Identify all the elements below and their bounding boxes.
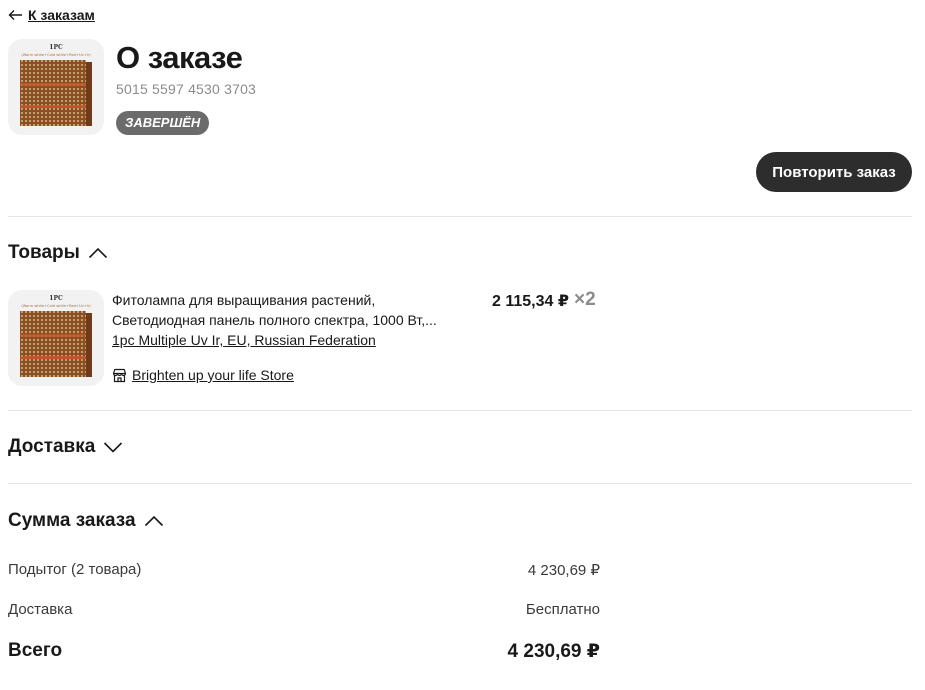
page-title: О заказе bbox=[116, 40, 243, 75]
chevron-up-icon bbox=[144, 515, 163, 527]
product-variant-link[interactable]: 1pc Multiple Uv Ir, EU, Russian Federati… bbox=[112, 330, 462, 350]
divider bbox=[8, 216, 912, 217]
delivery-cost-value: Бесплатно bbox=[525, 601, 600, 618]
summary-section-toggle[interactable]: Сумма заказа bbox=[8, 510, 164, 532]
products-section-toggle[interactable]: Товары bbox=[8, 242, 108, 264]
svg-text:(Warm white+Cold white+Red+Uv+: (Warm white+Cold white+Red+Uv+Ir) bbox=[21, 304, 91, 308]
delivery-section-toggle[interactable]: Доставка bbox=[8, 436, 123, 458]
chevron-up-icon bbox=[88, 247, 107, 259]
product-quantity: ×2 bbox=[574, 289, 596, 310]
order-number: 5015 5597 4530 3703 bbox=[116, 81, 257, 97]
delivery-heading: Доставка bbox=[8, 436, 96, 457]
svg-text:1PC: 1PC bbox=[49, 295, 63, 302]
subtotal-label: Подытог (2 товара) bbox=[8, 561, 142, 578]
product-price: 2 115,34 ₽ bbox=[492, 293, 569, 310]
store-icon bbox=[112, 368, 127, 382]
total-row: Всего 4 230,69 ₽ bbox=[8, 640, 600, 663]
store-link[interactable]: Brighten up your life Store bbox=[112, 367, 294, 383]
svg-text:1PC: 1PC bbox=[49, 44, 63, 51]
product-image[interactable]: 1PC (Warm white+Cold white+Red+Uv+Ir) bbox=[8, 290, 104, 386]
delivery-cost-label: Доставка bbox=[8, 601, 73, 618]
back-to-orders-link[interactable]: К заказам bbox=[8, 7, 95, 23]
chevron-down-icon bbox=[104, 442, 123, 453]
divider bbox=[8, 410, 912, 411]
order-product-image: 1PC (Warm white+Cold white+Red+Uv+Ir) bbox=[8, 39, 104, 135]
subtotal-value: 4 230,69 ₽ bbox=[527, 562, 600, 579]
total-value: 4 230,69 ₽ bbox=[507, 641, 600, 662]
total-label: Всего bbox=[8, 640, 63, 661]
product-title-line2[interactable]: Светодиодная панель полного спектра, 100… bbox=[112, 310, 462, 330]
product-info: Фитолампа для выращивания растений, Свет… bbox=[112, 290, 462, 350]
status-badge: ЗАВЕРШЁН bbox=[116, 111, 210, 135]
delivery-row: Доставка Бесплатно bbox=[8, 601, 600, 618]
back-link-label: К заказам bbox=[28, 7, 95, 23]
store-name: Brighten up your life Store bbox=[132, 367, 294, 383]
divider bbox=[8, 483, 912, 484]
product-title-line1[interactable]: Фитолампа для выращивания растений, bbox=[112, 290, 462, 310]
arrow-left-icon bbox=[8, 10, 22, 20]
products-heading: Товары bbox=[8, 242, 80, 263]
summary-heading: Сумма заказа bbox=[8, 510, 136, 531]
repeat-order-button[interactable]: Повторить заказ bbox=[756, 152, 912, 192]
svg-text:(Warm white+Cold white+Red+Uv+: (Warm white+Cold white+Red+Uv+Ir) bbox=[21, 53, 91, 57]
subtotal-row: Подытог (2 товара) 4 230,69 ₽ bbox=[8, 561, 600, 579]
